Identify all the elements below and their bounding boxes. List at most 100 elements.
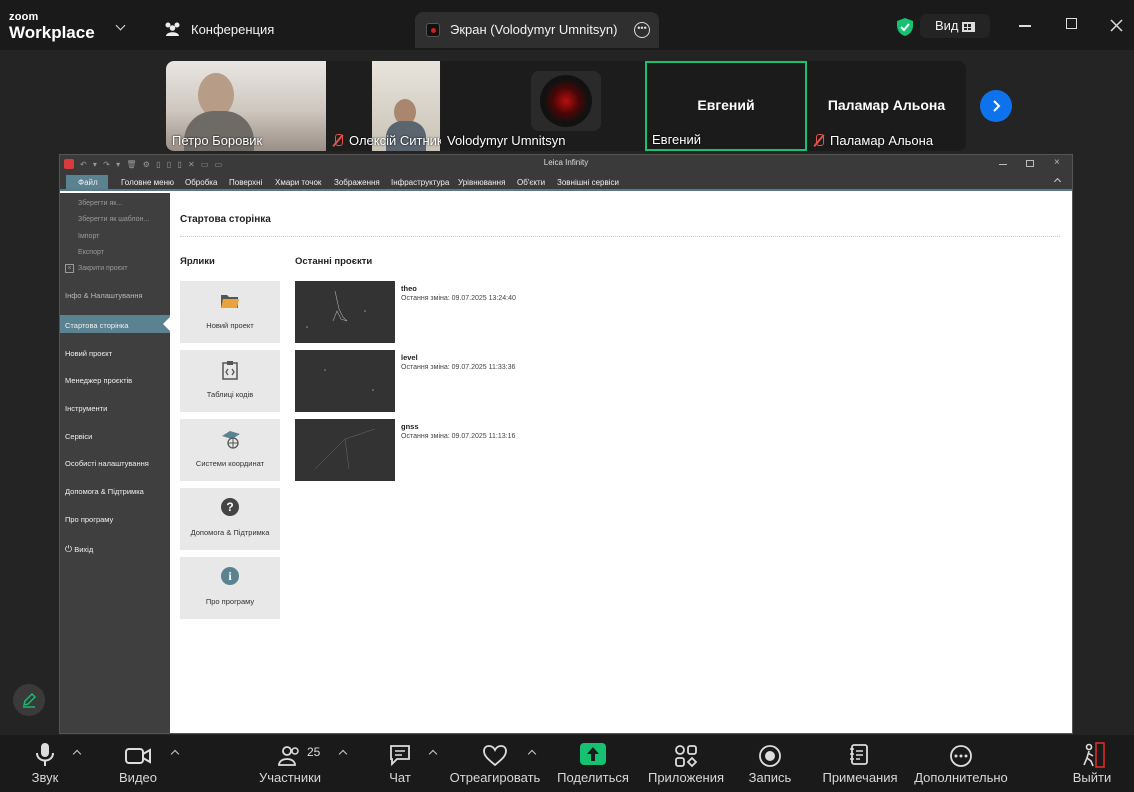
recent-project-name[interactable]: gnss [401,422,419,431]
recent-project-name[interactable]: level [401,353,418,362]
more-options-icon[interactable]: ••• [634,22,650,38]
shortcut-coordinate-systems[interactable]: Системи координат [180,419,280,481]
sidebar-item-start-page[interactable]: Стартова сторінка [65,321,129,330]
menu-adjustment[interactable]: Урівнювання [458,178,505,187]
audio-button[interactable]: Звук [15,735,75,792]
participants-label: Участники [258,770,322,785]
pencil-icon [23,693,36,708]
sidebar-item-tools[interactable]: Інструменти [65,404,107,413]
participant-tile[interactable]: Петро Боровик [166,61,326,151]
participant-name-row: Паламар Альона [813,133,933,148]
participants-icon [278,746,299,766]
shortcut-help-support[interactable]: ? Допомога & Підтримка [180,488,280,550]
close-icon[interactable] [1110,19,1123,32]
participant-name: Олексій Ситник [349,133,441,148]
zoom-toolbar: Звук Видео 25 Участники Чат Отреагироват… [0,735,1134,792]
sidebar-item-about[interactable]: Про програму [65,515,113,524]
sidebar-item-help[interactable]: Допомога & Підтримка [65,487,144,496]
annotate-button[interactable] [13,684,45,716]
leica-maximize-icon[interactable] [1026,160,1034,167]
participants-button[interactable]: 25 Участники [255,735,325,792]
recent-project-name[interactable]: theo [401,284,417,293]
menu-home[interactable]: Головне меню [121,178,174,187]
screen-share-tab[interactable]: Экран (Volodymyr Umnitsyn) ••• [415,12,659,48]
leave-label: Выйти [1072,770,1112,785]
record-button[interactable]: Запись [740,735,800,792]
participant-tile[interactable]: Олексій Ситник [326,61,441,151]
sidebar-item-project-manager[interactable]: Менеджер проєктів [65,376,132,385]
participant-name: Евгений [652,132,701,147]
more-button[interactable]: Дополнительно [914,735,1008,792]
recent-project-thumbnail[interactable] [295,419,395,481]
minimize-icon[interactable] [1019,25,1031,27]
chat-options-caret-icon[interactable] [428,749,438,759]
shortcut-label: Допомога & Підтримка [190,528,270,537]
sidebar-item-new-project[interactable]: Новий проєкт [65,349,112,358]
close-project-item[interactable]: Закрити проєкт [78,265,128,272]
participant-name: Паламар Альона [830,133,934,148]
camera-avatar [531,71,601,131]
save-as-item[interactable]: Зберегти як... [78,200,122,207]
video-button[interactable]: Видео [108,735,168,792]
chat-button[interactable]: Чат [370,735,430,792]
participant-name-row: Олексій Ситник [332,133,441,148]
more-label: Дополнительно [914,770,1008,785]
recent-project-thumbnail[interactable] [295,350,395,412]
participant-tile[interactable]: Паламар Альона Паламар Альона [807,61,966,151]
info-settings-item[interactable]: Інфо & Налаштування [65,291,143,300]
shortcut-code-tables[interactable]: Таблиці кодів [180,350,280,412]
shared-screen: ↶ ▾ ↷ ▾ 🗑 ⚙ ▯ ▯ ▯ ✕ ▭ ▭ Leica Infinity ×… [59,154,1073,734]
video-options-caret-icon[interactable] [170,749,180,759]
leica-window-title: Leica Infinity [543,158,589,167]
share-button[interactable]: Поделиться [557,735,629,792]
menu-surfaces[interactable]: Поверхні [229,178,262,187]
participant-name: Петро Боровик [172,133,263,148]
leica-close-icon[interactable]: × [1054,157,1060,168]
shortcut-label: Новий проект [206,321,254,330]
muted-mic-icon [813,134,825,147]
participant-tile[interactable]: Volodymyr Umnitsyn [441,61,645,151]
meeting-tab[interactable]: Конференция [191,22,274,37]
view-button[interactable]: Вид [920,14,990,38]
export-item[interactable]: Експорт [78,249,104,256]
sidebar-item-personal-settings[interactable]: Особисті налаштування [65,459,149,468]
leica-start-page: Стартова сторінка Ярлики Останні проєкти… [170,193,1072,733]
maximize-icon[interactable] [1066,18,1077,29]
next-page-button[interactable] [980,90,1012,122]
menu-infrastructure[interactable]: Інфраструктура [391,178,449,187]
project-preview-level [324,369,374,391]
exit-item[interactable]: ⏻ Вихід [65,544,93,555]
recent-project-date: Остання зміна: 09.07.2025 11:33:36 [401,364,516,371]
participant-center-name: Паламар Альона [827,97,946,113]
leica-minimize-icon[interactable] [999,164,1007,165]
chevron-down-icon[interactable] [115,20,126,31]
shortcut-about[interactable]: i Про програму [180,557,280,619]
power-icon: ⏻ [65,544,73,554]
menu-point-clouds[interactable]: Хмари точок [275,178,321,187]
menu-file[interactable]: Файл [78,178,98,187]
project-preview-gnss [314,428,376,470]
shortcut-label: Таблиці кодів [206,390,254,399]
zoom-title-bar: zoom Workplace Конференция Экран (Volody… [0,0,1134,50]
participant-tile-active-speaker[interactable]: Евгений Евгений [645,61,807,151]
leave-button[interactable]: Выйти [1068,735,1116,792]
menu-images[interactable]: Зображення [334,178,380,187]
participants-options-caret-icon[interactable] [338,749,348,759]
notes-button[interactable]: Примечания [822,735,898,792]
folder-icon [221,295,239,308]
menu-processing[interactable]: Обробка [185,178,217,187]
grid-view-icon [962,22,975,32]
menu-objects[interactable]: Об'єкти [517,178,545,187]
save-as-template-item[interactable]: Зберегти як шаблон... [78,216,149,223]
share-screen-icon [580,743,606,765]
view-label: Вид [935,18,959,33]
shield-icon[interactable] [896,17,914,37]
sidebar-item-services[interactable]: Сервіси [65,432,92,441]
menu-external-services[interactable]: Зовнішні сервіси [557,178,619,187]
recent-project-thumbnail[interactable] [295,281,395,343]
shortcut-new-project[interactable]: Новий проект [180,281,280,343]
import-item[interactable]: Імпорт [78,233,99,240]
microphone-icon [36,743,54,766]
react-button[interactable]: Отреагировать [450,735,540,792]
apps-button[interactable]: Приложения [648,735,724,792]
